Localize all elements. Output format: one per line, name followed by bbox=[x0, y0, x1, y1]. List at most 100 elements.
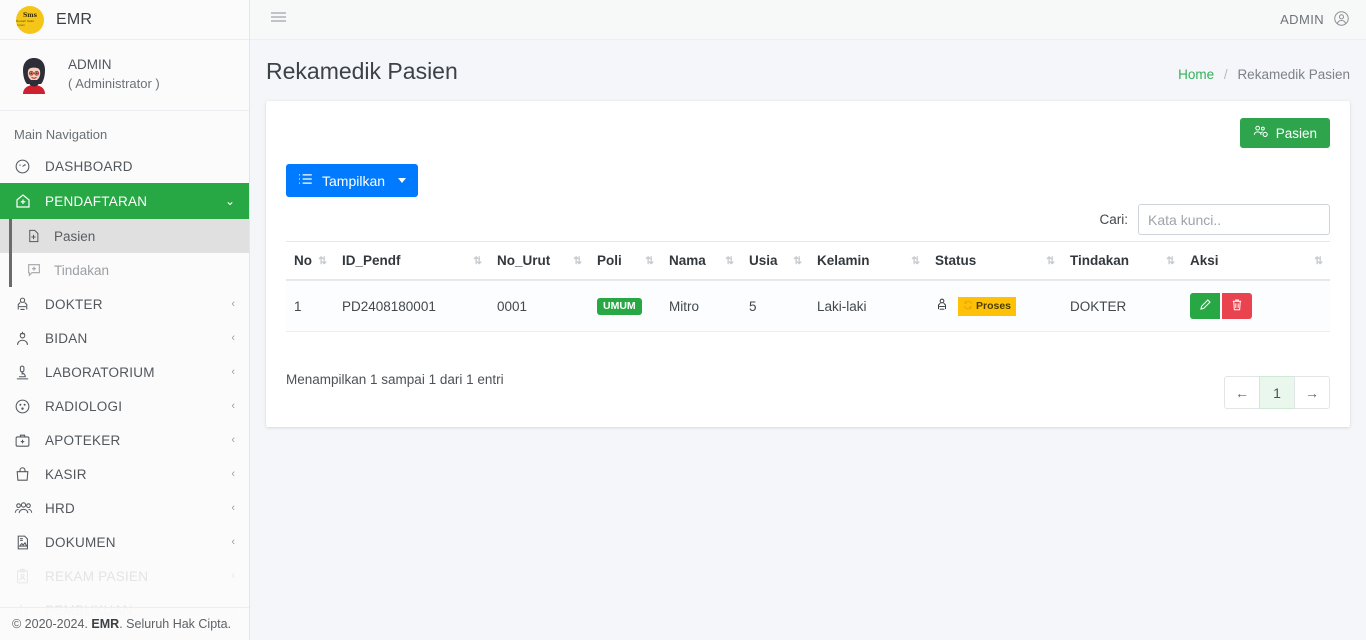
col-usia[interactable]: Usia ⇅ bbox=[741, 241, 809, 281]
col-label: No bbox=[294, 253, 312, 268]
cell-no-urut: 0001 bbox=[489, 280, 589, 332]
cell-tindakan: DOKTER bbox=[1062, 280, 1182, 332]
sidebar-item-dokumen[interactable]: DOKUMEN ‹ bbox=[0, 525, 249, 559]
home-plus-icon bbox=[14, 192, 36, 210]
document-icon bbox=[14, 533, 36, 551]
cell-status: Proses bbox=[927, 280, 1062, 332]
table-info: Menampilkan 1 sampai 1 dari 1 entri bbox=[286, 372, 504, 387]
chevron-left-icon: ‹ bbox=[231, 501, 235, 514]
chevron-left-icon: ‹ bbox=[231, 399, 235, 412]
brand-header[interactable]: Sms Rumah Sakit Umum EMR bbox=[0, 0, 249, 40]
pasien-button[interactable]: Pasien bbox=[1239, 118, 1330, 148]
col-label: Aksi bbox=[1190, 253, 1219, 268]
cell-aksi bbox=[1182, 280, 1330, 332]
brand-logo-line2: Rumah Sakit Umum bbox=[16, 18, 35, 27]
page-header: Rekamedik Pasien Home / Rekamedik Pasien bbox=[266, 40, 1350, 101]
pagination-prev[interactable]: ← bbox=[1224, 376, 1260, 409]
comment-plus-icon bbox=[26, 262, 46, 278]
bag-icon bbox=[14, 465, 36, 483]
topbar-user-menu[interactable]: ADMIN bbox=[1280, 10, 1350, 30]
sidebar-item-laboratorium[interactable]: LABORATORIUM ‹ bbox=[0, 355, 249, 389]
col-poli[interactable]: Poli ⇅ bbox=[589, 241, 661, 281]
sidebar-item-label: DASHBOARD bbox=[45, 158, 133, 174]
sidebar-item-label: LABORATORIUM bbox=[45, 364, 155, 380]
col-no-urut[interactable]: No_Urut ⇅ bbox=[489, 241, 589, 281]
brand-logo-icon: Sms Rumah Sakit Umum bbox=[16, 5, 44, 34]
sidebar-item-kasir[interactable]: KASIR ‹ bbox=[0, 457, 249, 491]
sort-updown-icon: ⇅ bbox=[645, 254, 654, 267]
sort-updown-icon: ⇅ bbox=[1166, 254, 1175, 267]
sync-icon bbox=[963, 300, 973, 313]
col-status[interactable]: Status ⇅ bbox=[927, 241, 1062, 281]
user-md-icon bbox=[935, 297, 949, 315]
col-label: Tindakan bbox=[1070, 253, 1130, 268]
cell-no: 1 bbox=[286, 280, 334, 332]
file-plus-icon bbox=[26, 228, 46, 244]
sidebar-item-tindakan[interactable]: Tindakan bbox=[0, 253, 249, 287]
sidebar-item-apoteker[interactable]: APOTEKER ‹ bbox=[0, 423, 249, 457]
hamburger-icon[interactable] bbox=[270, 10, 287, 29]
sidebar-item-label: PENDAFTARAN bbox=[45, 193, 148, 209]
table-tools: Tampilkan Cari: bbox=[286, 150, 1330, 241]
col-id-pendf[interactable]: ID_Pendf ⇅ bbox=[334, 241, 489, 281]
table-footer: Menampilkan 1 sampai 1 dari 1 entri ← 1 … bbox=[286, 332, 1330, 409]
midwife-icon bbox=[14, 329, 36, 347]
sidebar-item-radiologi[interactable]: RADIOLOGI ‹ bbox=[0, 389, 249, 423]
sidebar-item-pendaftaran[interactable]: PENDAFTARAN ⌄ bbox=[0, 183, 249, 219]
col-tindakan[interactable]: Tindakan ⇅ bbox=[1062, 241, 1182, 281]
search-input[interactable] bbox=[1138, 204, 1330, 235]
sidebar-item-bidan[interactable]: BIDAN ‹ bbox=[0, 321, 249, 355]
doctor-icon bbox=[14, 295, 36, 313]
footer-suffix: . Seluruh Hak Cipta. bbox=[119, 617, 232, 631]
chevron-down-icon: ⌄ bbox=[224, 194, 235, 208]
edit-button[interactable] bbox=[1190, 293, 1220, 319]
chevron-down-icon bbox=[398, 178, 407, 183]
tampilkan-button[interactable]: Tampilkan bbox=[286, 164, 419, 197]
breadcrumb-current: Rekamedik Pasien bbox=[1237, 67, 1350, 82]
col-aksi[interactable]: Aksi ⇅ bbox=[1182, 241, 1330, 281]
sort-updown-icon: ⇅ bbox=[911, 254, 920, 267]
sidebar-item-label: DOKTER bbox=[45, 296, 103, 312]
breadcrumb-home[interactable]: Home bbox=[1178, 67, 1214, 82]
table-header: No ⇅ ID_Pendf ⇅ No_Urut ⇅ Poli ⇅ Nama ⇅ Usia ⇅… bbox=[286, 241, 1330, 281]
poli-badge: UMUM bbox=[597, 298, 642, 315]
chevron-left-icon: ‹ bbox=[231, 569, 235, 582]
pagination-page-1[interactable]: 1 bbox=[1259, 376, 1295, 409]
avatar bbox=[14, 54, 54, 94]
sidebar-item-hrd[interactable]: HRD ‹ bbox=[0, 491, 249, 525]
col-label: No_Urut bbox=[497, 253, 551, 268]
pencil-icon bbox=[1199, 298, 1212, 314]
delete-button[interactable] bbox=[1222, 293, 1252, 319]
col-nama[interactable]: Nama ⇅ bbox=[661, 241, 741, 281]
dashboard-icon bbox=[14, 157, 36, 175]
user-circle-icon bbox=[1333, 10, 1350, 30]
search-label: Cari: bbox=[1099, 212, 1128, 227]
sidebar-subitem-label: Tindakan bbox=[54, 262, 110, 278]
sidebar: Sms Rumah Sakit Umum EMR ADMIN ( Adminis… bbox=[0, 0, 250, 640]
table-row[interactable]: 1 PD2408180001 0001 UMUM Mitro 5 Laki-la… bbox=[286, 280, 1330, 332]
col-label: Usia bbox=[749, 253, 778, 268]
chevron-left-icon: ‹ bbox=[231, 297, 235, 310]
cell-usia: 5 bbox=[741, 280, 809, 332]
sidebar-item-pasien[interactable]: Pasien bbox=[0, 219, 249, 253]
sidebar-item-label: KASIR bbox=[45, 466, 87, 482]
search-area: Cari: bbox=[1099, 204, 1330, 235]
sidebar-item-rekam-pasien[interactable]: REKAM PASIEN ‹ bbox=[0, 559, 249, 593]
sidebar-item-dashboard[interactable]: DASHBOARD bbox=[0, 149, 249, 183]
sidebar-subnav-pendaftaran: Pasien Tindakan bbox=[0, 219, 249, 287]
brand-title: EMR bbox=[56, 10, 93, 28]
sort-updown-icon: ⇅ bbox=[1314, 254, 1323, 267]
cell-id-pendf: PD2408180001 bbox=[334, 280, 489, 332]
status-badge: Proses bbox=[958, 296, 1017, 316]
sidebar-item-label: REKAM PASIEN bbox=[45, 568, 149, 584]
col-no[interactable]: No ⇅ bbox=[286, 241, 334, 281]
col-label: Kelamin bbox=[817, 253, 870, 268]
sidebar-item-label: RADIOLOGI bbox=[45, 398, 123, 414]
footer-prefix: © 2020-2024. bbox=[12, 617, 92, 631]
clipboard-user-icon bbox=[14, 567, 36, 585]
sidebar-item-dokter[interactable]: DOKTER ‹ bbox=[0, 287, 249, 321]
trash-icon bbox=[1231, 298, 1243, 314]
col-kelamin[interactable]: Kelamin ⇅ bbox=[809, 241, 927, 281]
sort-updown-icon: ⇅ bbox=[793, 254, 802, 267]
pagination-next[interactable]: → bbox=[1294, 376, 1330, 409]
